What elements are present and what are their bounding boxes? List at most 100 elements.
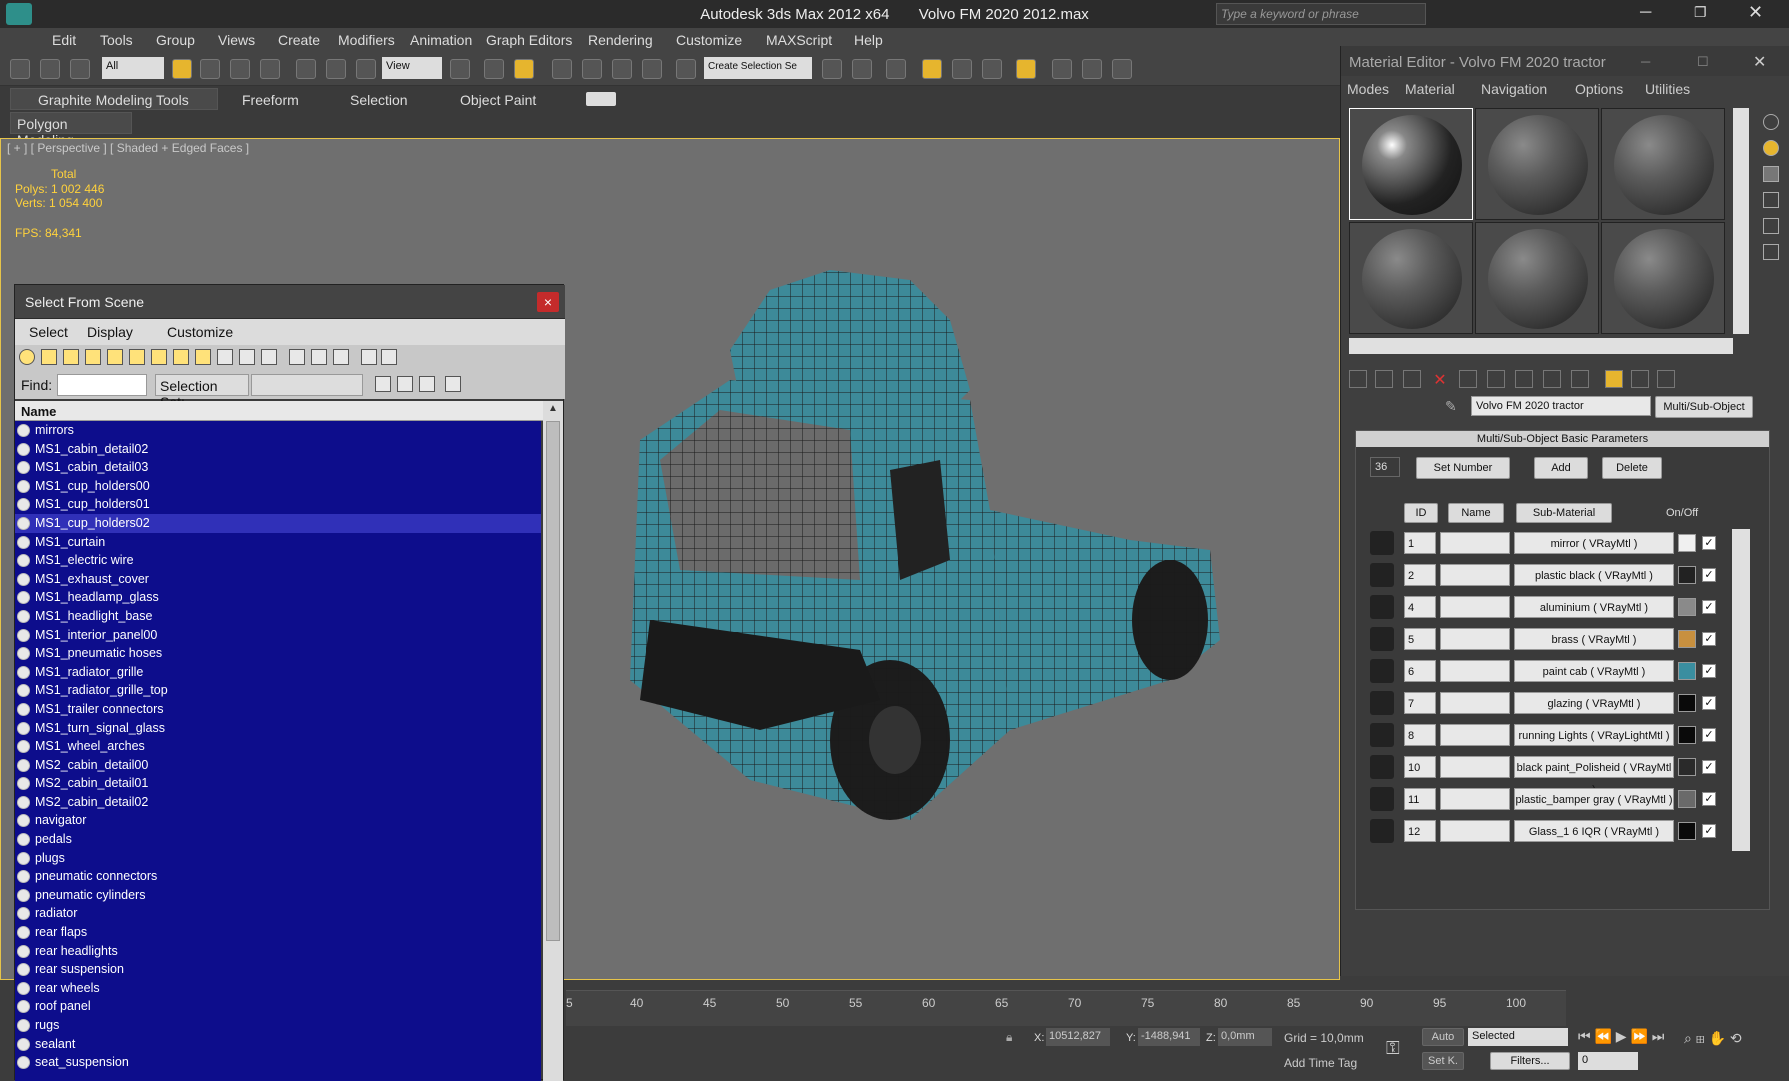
object-visibility-icon[interactable] xyxy=(17,981,30,995)
rendered-frame-icon[interactable] xyxy=(1082,59,1102,79)
submaterial-id-field[interactable]: 12 xyxy=(1404,820,1436,842)
spacewarps-filter-icon[interactable] xyxy=(129,349,145,365)
scene-object-row[interactable]: MS1_cup_holders00 xyxy=(15,477,541,496)
object-visibility-icon[interactable] xyxy=(17,907,30,921)
object-visibility-icon[interactable] xyxy=(17,888,30,902)
geometry-filter-icon[interactable] xyxy=(19,349,35,365)
submaterial-preview-icon[interactable] xyxy=(1370,659,1394,683)
material-name-field[interactable]: Volvo FM 2020 tractor xyxy=(1471,396,1651,416)
mated-menu-utilities[interactable]: Utilities xyxy=(1645,81,1690,97)
object-visibility-icon[interactable] xyxy=(17,628,30,642)
scene-object-row[interactable]: MS1_pneumatic hoses xyxy=(15,644,541,663)
submaterial-name-field[interactable] xyxy=(1440,628,1510,650)
menu-graph-editors[interactable]: Graph Editors xyxy=(486,32,572,48)
submaterial-button[interactable]: Glass_1 6 IQR ( VRayMtl ) xyxy=(1514,820,1674,842)
submaterial-button[interactable]: plastic black ( VRayMtl ) xyxy=(1514,564,1674,586)
material-slot-2[interactable] xyxy=(1475,108,1599,220)
sfs-close-button[interactable]: × xyxy=(537,292,559,312)
submaterial-preview-icon[interactable] xyxy=(1370,691,1394,715)
object-visibility-icon[interactable] xyxy=(17,1056,30,1070)
object-visibility-icon[interactable] xyxy=(17,721,30,735)
shapes-filter-icon[interactable] xyxy=(41,349,57,365)
object-visibility-icon[interactable] xyxy=(17,572,30,586)
object-visibility-icon[interactable] xyxy=(17,591,30,605)
bones-filter-icon[interactable] xyxy=(195,349,211,365)
submaterial-onoff-checkbox[interactable]: ✓ xyxy=(1702,600,1716,614)
go-forward-sibling-icon[interactable] xyxy=(1657,370,1675,388)
submaterial-button[interactable]: brass ( VRayMtl ) xyxy=(1514,628,1674,650)
scene-object-row[interactable]: MS1_interior_panel00 xyxy=(15,626,541,645)
menu-create[interactable]: Create xyxy=(278,32,320,48)
submaterial-name-field[interactable] xyxy=(1440,820,1510,842)
current-frame-field[interactable]: 0 xyxy=(1578,1052,1638,1070)
scene-object-row[interactable]: MS1_cabin_detail02 xyxy=(15,440,541,459)
selection-filter-dropdown[interactable]: All xyxy=(102,57,164,79)
object-visibility-icon[interactable] xyxy=(17,926,30,940)
key-icon[interactable]: ⚿ xyxy=(1386,1038,1400,1059)
submaterial-onoff-checkbox[interactable]: ✓ xyxy=(1702,536,1716,550)
submaterial-color-swatch[interactable] xyxy=(1678,726,1696,744)
submaterial-onoff-checkbox[interactable]: ✓ xyxy=(1702,824,1716,838)
object-visibility-icon[interactable] xyxy=(17,461,30,475)
select-influences-icon[interactable] xyxy=(419,376,435,392)
put-to-scene-icon[interactable] xyxy=(1375,370,1393,388)
backlight-icon[interactable] xyxy=(1763,140,1779,156)
rotate-icon[interactable] xyxy=(326,59,346,79)
object-visibility-icon[interactable] xyxy=(17,1000,30,1014)
menu-modifiers[interactable]: Modifiers xyxy=(338,32,395,48)
menu-edit[interactable]: Edit xyxy=(52,32,76,48)
submaterial-name-field[interactable] xyxy=(1440,596,1510,618)
submaterial-name-field[interactable] xyxy=(1440,532,1510,554)
sub-count-field[interactable]: 36 xyxy=(1370,457,1400,477)
menu-animation[interactable]: Animation xyxy=(410,32,472,48)
scene-object-row[interactable]: MS1_headlamp_glass xyxy=(15,588,541,607)
menu-maxscript[interactable]: MAXScript xyxy=(766,32,832,48)
keyboard-shortcut-icon[interactable] xyxy=(514,59,534,79)
menu-views[interactable]: Views xyxy=(218,32,255,48)
auto-key-button[interactable]: Auto xyxy=(1422,1028,1464,1046)
submaterial-name-field[interactable] xyxy=(1440,788,1510,810)
sfs-titlebar[interactable]: Select From Scene × xyxy=(15,285,565,319)
submaterial-name-field[interactable] xyxy=(1440,660,1510,682)
scene-object-row[interactable]: mirrors xyxy=(15,421,541,440)
submaterial-column-header[interactable]: Sub-Material xyxy=(1516,503,1612,523)
name-column-header[interactable]: Name xyxy=(1448,503,1504,523)
mated-menu-material[interactable]: Material xyxy=(1405,81,1455,97)
menu-rendering[interactable]: Rendering xyxy=(588,32,653,48)
set-number-button[interactable]: Set Number xyxy=(1416,457,1510,479)
make-unique-icon[interactable] xyxy=(1487,370,1505,388)
menu-tools[interactable]: Tools xyxy=(100,32,133,48)
list-view-icon[interactable] xyxy=(289,349,305,365)
object-visibility-icon[interactable] xyxy=(17,833,30,847)
object-visibility-icon[interactable] xyxy=(17,870,30,884)
submaterial-onoff-checkbox[interactable]: ✓ xyxy=(1702,728,1716,742)
object-visibility-icon[interactable] xyxy=(17,498,30,512)
submaterial-button[interactable]: plastic_bamper gray ( VRayMtl ) xyxy=(1514,788,1674,810)
submaterial-preview-icon[interactable] xyxy=(1370,627,1394,651)
submaterial-button[interactable]: glazing ( VRayMtl ) xyxy=(1514,692,1674,714)
material-id-icon[interactable] xyxy=(1543,370,1561,388)
scene-object-row[interactable]: MS1_radiator_grille_top xyxy=(15,681,541,700)
ribbon-options-dropdown[interactable] xyxy=(586,92,616,106)
add-time-tag[interactable]: Add Time Tag xyxy=(1284,1056,1357,1070)
lights-filter-icon[interactable] xyxy=(63,349,79,365)
submaterial-id-field[interactable]: 10 xyxy=(1404,756,1436,778)
scene-object-row[interactable]: sealant xyxy=(15,1035,541,1054)
bind-icon[interactable] xyxy=(70,59,90,79)
sfs-menu-customize[interactable]: Customize xyxy=(167,324,233,340)
scene-object-row[interactable]: MS2_cabin_detail01 xyxy=(15,774,541,793)
rect-region-icon[interactable] xyxy=(230,59,250,79)
selection-set-dropdown[interactable] xyxy=(251,374,363,396)
column-view-icon[interactable] xyxy=(333,349,349,365)
unlink-icon[interactable] xyxy=(40,59,60,79)
sync-selection-icon[interactable] xyxy=(445,376,461,392)
submaterial-id-field[interactable]: 11 xyxy=(1404,788,1436,810)
maximize-button[interactable]: ❐ xyxy=(1694,4,1707,21)
slots-scrollbar[interactable] xyxy=(1733,108,1749,334)
material-slot-4[interactable] xyxy=(1349,222,1473,334)
cameras-filter-icon[interactable] xyxy=(85,349,101,365)
select-children-icon[interactable] xyxy=(375,376,391,392)
scene-object-row[interactable]: pneumatic connectors xyxy=(15,867,541,886)
invert-selection-icon[interactable] xyxy=(261,349,277,365)
scene-object-row[interactable]: pneumatic cylinders xyxy=(15,886,541,905)
